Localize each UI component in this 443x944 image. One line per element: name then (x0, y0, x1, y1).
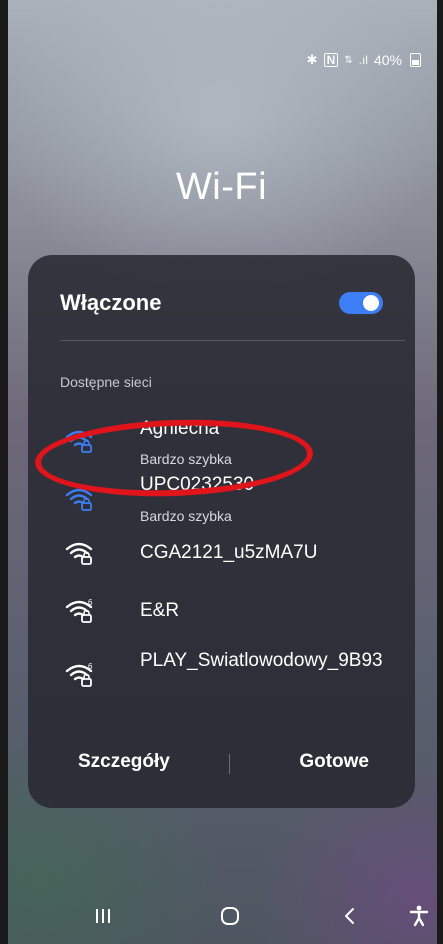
accessibility-button[interactable] (394, 892, 443, 940)
status-bar: ✱ N ⇅ .ıl 40% (307, 52, 421, 68)
svg-text:6: 6 (88, 662, 93, 671)
battery-icon (410, 53, 421, 67)
wifi-toggle-label: Włączone (60, 290, 162, 315)
divider (229, 754, 230, 774)
accessibility-icon (409, 905, 429, 927)
network-name: PLAY_Swiatlowodowy_9B93 (140, 650, 383, 671)
bluetooth-icon: ✱ (306, 52, 318, 67)
done-button[interactable]: Gotowe (299, 730, 369, 794)
wifi-panel: Włączone Dostępne sieci Agniecha Bardzo … (28, 255, 415, 808)
home-button[interactable] (205, 892, 255, 940)
network-speed: Bardzo szybka (140, 508, 232, 524)
wifi-lock-icon (65, 542, 93, 565)
network-name: E&R (140, 600, 180, 621)
wifi-toggle-switch[interactable] (339, 292, 383, 314)
recents-button[interactable] (78, 892, 128, 940)
details-button[interactable]: Szczegóły (78, 730, 170, 794)
navigation-bar (0, 892, 443, 944)
recents-icon (96, 909, 110, 923)
wifi6-lock-icon: 6 (65, 662, 93, 687)
cell-signal-icon: .ıl (358, 53, 368, 67)
wifi6-lock-icon: 6 (65, 598, 93, 623)
svg-text:6: 6 (88, 598, 93, 607)
back-icon (345, 908, 354, 924)
battery-percent: 40% (373, 52, 402, 68)
screen-edge-left (0, 0, 8, 944)
network-name: CGA2121_u5zMA7U (140, 542, 318, 563)
home-icon (221, 907, 239, 925)
back-button[interactable] (325, 892, 375, 940)
toggle-knob (363, 295, 379, 311)
available-networks-label: Dostępne sieci (60, 374, 152, 390)
screen-edge-right (437, 0, 443, 944)
divider (60, 340, 405, 341)
wifi-toggle-row[interactable]: Włączone (60, 288, 383, 318)
data-signal-icon: ⇅ (344, 54, 353, 66)
panel-actions: Szczegóły Gotowe (28, 730, 415, 808)
nfc-icon: N (323, 53, 339, 67)
page-title: Wi-Fi (175, 166, 268, 208)
